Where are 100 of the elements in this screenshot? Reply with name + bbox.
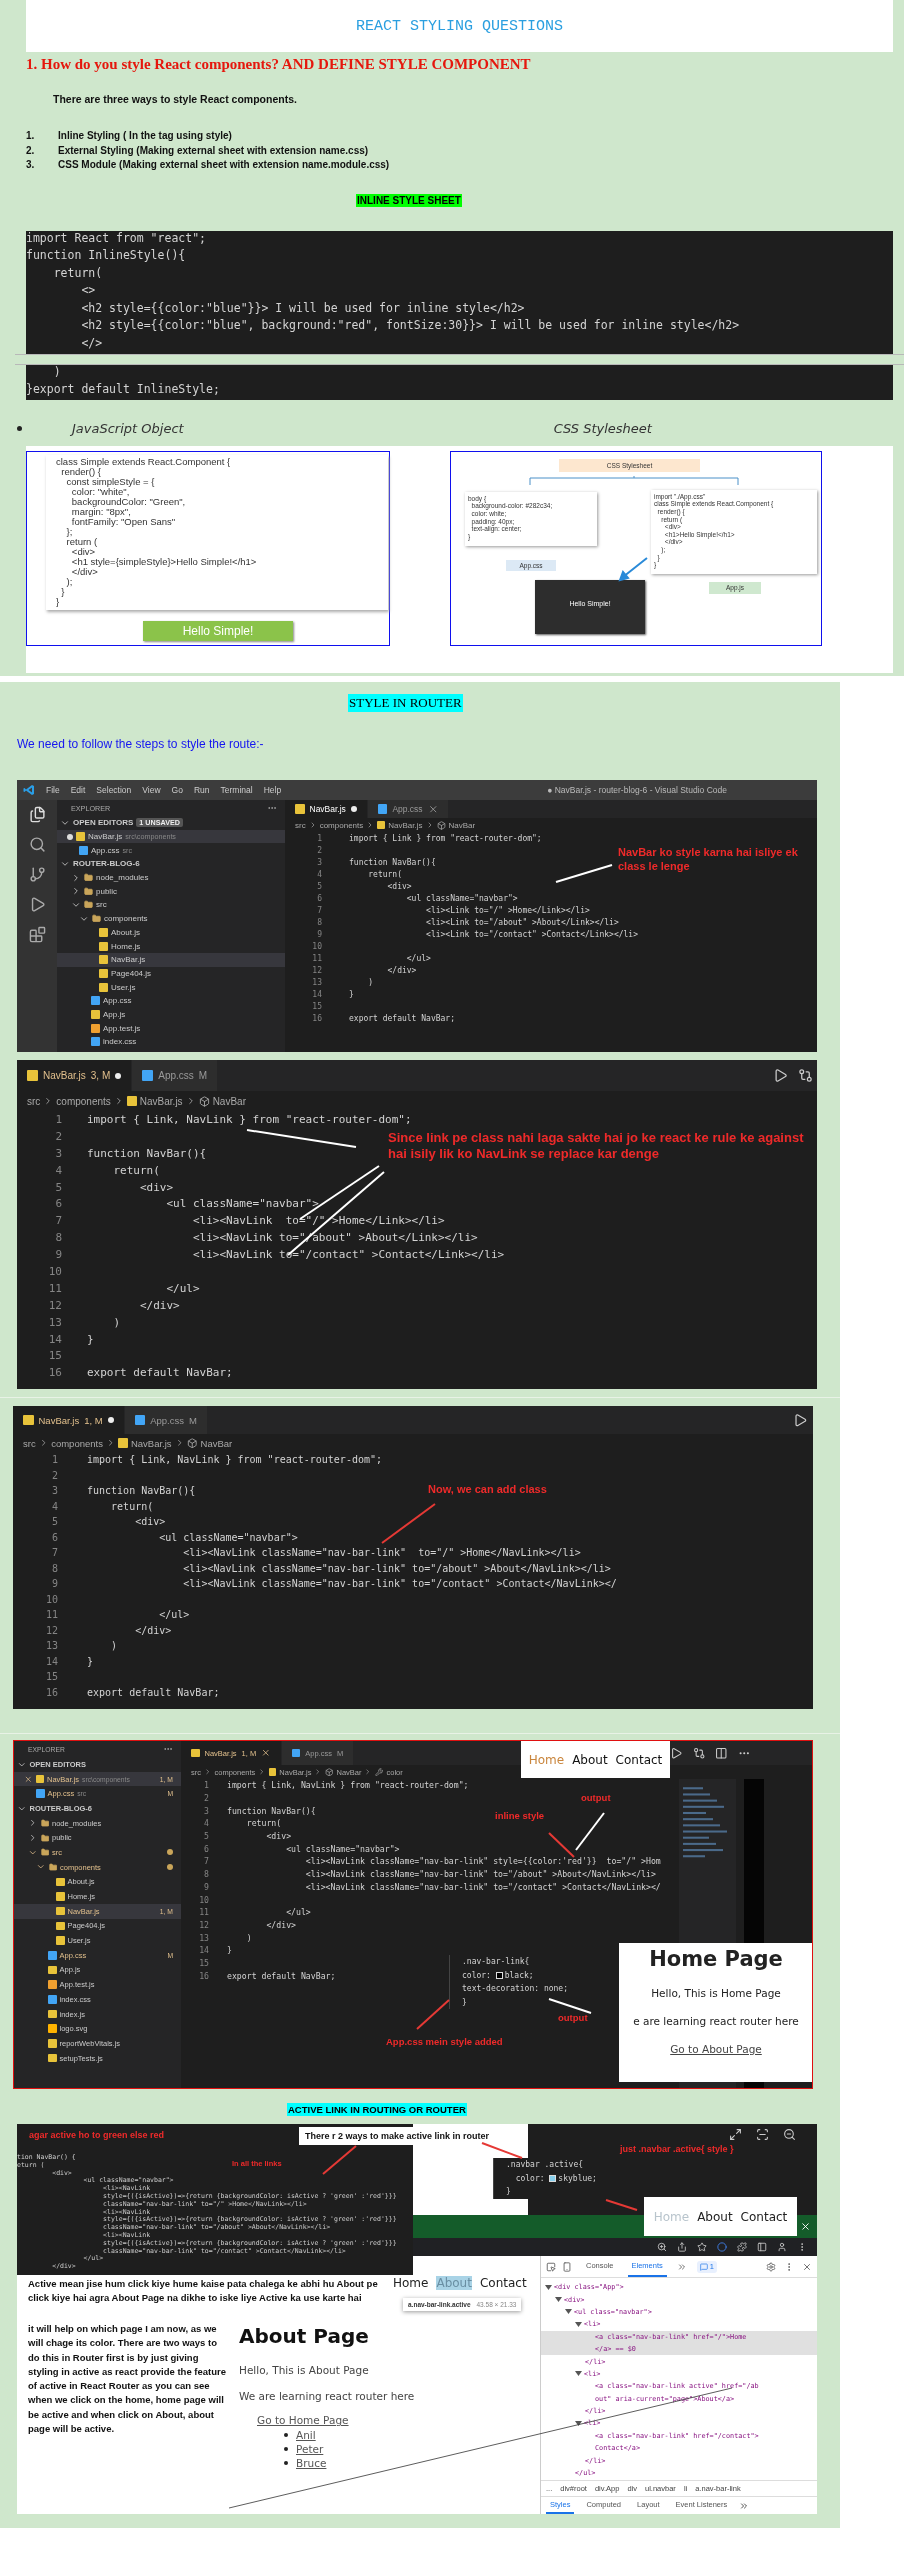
settings-icon[interactable] [766,2261,776,2272]
menu-item[interactable]: Go [171,785,183,795]
line-number: 14 [198,1945,209,1956]
name-link[interactable]: Anil [296,2429,316,2441]
close-icon[interactable] [24,1774,33,1784]
menu-item[interactable]: Selection [96,785,132,795]
section-header[interactable]: ROUTER-BLOG-6 [57,857,285,871]
editor-tab[interactable]: NavBar.js 1, M [13,1406,125,1434]
file-tree-item[interactable]: App.css [57,993,285,1008]
intro-text: We need to follow the steps to style the route:- [17,737,265,752]
nav-link[interactable]: Contact [479,2276,527,2290]
breadcrumb-item[interactable]: components [56,1095,111,1107]
folder-icon [84,886,93,896]
file-tree-item[interactable]: About.js [57,925,285,940]
branch-icon[interactable] [28,866,46,883]
zoom-in-icon[interactable] [657,2242,667,2252]
folder-icon [40,1833,49,1843]
inspect-icon[interactable] [546,2261,556,2272]
compare-icon[interactable] [798,1068,813,1083]
editor-tab[interactable]: App.css [367,800,450,818]
files-icon[interactable] [28,806,46,823]
more-tabs-icon[interactable] [739,2500,750,2511]
name-link[interactable]: Peter [296,2443,324,2455]
file-tree-item[interactable]: App.js [57,1007,285,1022]
code-line: backgroundColor: "Green", [70,496,187,507]
file-tree-item[interactable]: components [57,911,285,926]
breadcrumb-item[interactable]: NavBar [198,1095,246,1107]
code-line: <div> [386,881,412,891]
editor-tab[interactable]: App.css M [124,1406,208,1434]
menu-item[interactable]: Help [263,785,282,795]
breadcrumb-item[interactable]: src [23,1437,36,1449]
file-tree-item[interactable]: node_modules [57,870,285,885]
menu-item[interactable]: Edit [70,785,86,795]
breadcrumb-item[interactable]: NavBar.js [377,820,423,830]
avatar-icon[interactable] [777,2242,787,2252]
screenshot-icon[interactable] [756,2128,769,2141]
zoom-out-icon[interactable] [783,2128,796,2141]
code-line: } [60,586,66,597]
extensions-icon[interactable] [28,926,46,943]
file-tree-item[interactable]: NavBar.js [57,952,285,967]
editor-tab[interactable]: App.css M [132,1060,219,1091]
share-icon[interactable] [677,2242,687,2252]
breadcrumb-item[interactable]: NavBar.js [126,1095,183,1107]
close-icon[interactable] [261,1748,271,1758]
menu-item[interactable]: Run [193,785,210,795]
file-tree-item[interactable]: User.js [57,980,285,994]
line-number: 3 [203,1805,209,1816]
line-number: 2 [54,1129,62,1143]
split-editor-icon[interactable] [715,1746,728,1760]
run-icon[interactable] [773,1068,788,1083]
extension-icon[interactable] [717,2242,727,2252]
breadcrumb-item[interactable]: components [319,820,364,830]
page-link[interactable]: Go to Home Page [257,2414,349,2426]
file-tree-item[interactable]: Home.js [57,939,285,953]
close-icon[interactable] [800,2221,811,2232]
menu-item[interactable]: Terminal [220,785,253,795]
file-tree-item[interactable]: App.test.js [57,1021,285,1035]
page-link[interactable]: Go to About Page [670,2043,762,2055]
close-icon[interactable] [427,803,439,815]
line-number: 1 [203,1780,209,1791]
menu-item[interactable]: File [46,785,60,795]
breadcrumb-item[interactable]: src [27,1095,41,1107]
code-line: </ul> [405,953,431,963]
breadcrumb-item[interactable]: NavBar [436,820,476,830]
code-line: <div> [70,546,96,557]
editor-tab[interactable]: NavBar.js [285,800,368,818]
nav-link[interactable]: Contact [740,2209,788,2224]
nav-link[interactable]: About [697,2209,733,2224]
file-tree-item[interactable]: public [57,884,285,899]
line-number: 1 [50,1454,58,1466]
breadcrumb-item[interactable]: NavBar [187,1437,233,1449]
editor-tab[interactable]: NavBar.js 3, M [17,1060,133,1091]
code-line: }; [65,526,73,537]
file-tree-item[interactable]: Page404.js [57,966,285,981]
sidebar-icon[interactable] [757,2242,767,2252]
run-icon[interactable] [792,1412,807,1428]
bullet-icon [284,2447,288,2451]
puzzle-icon[interactable] [737,2242,747,2252]
file-tree-item[interactable]: index.css [57,1035,285,1049]
nav-link[interactable]: About [572,1752,608,1767]
star-icon[interactable] [697,2242,707,2252]
line-number: 12 [44,1624,58,1636]
name-link[interactable]: Bruce [296,2457,327,2469]
breadcrumb-item[interactable]: src [295,820,306,830]
code-line: return( [367,869,402,879]
expand-icon[interactable] [729,2128,742,2141]
close-icon[interactable] [802,2261,812,2272]
nav-link[interactable]: Home [393,2276,429,2290]
breadcrumb-item[interactable]: NavBar.js [118,1437,172,1449]
menu-item[interactable]: View [142,785,161,795]
nav-link[interactable]: Contact [615,1752,663,1767]
page-text: Hello, This is About Page [239,2364,369,2376]
search-icon[interactable] [28,836,46,853]
breadcrumb-item[interactable]: components [51,1437,103,1449]
git-status-label: 1, M [84,1414,103,1426]
file-tree-item[interactable]: src [57,898,285,912]
run-icon[interactable] [670,1746,683,1760]
compare-icon[interactable] [692,1746,705,1760]
device-icon[interactable] [562,2261,572,2272]
symbol-icon [187,1437,198,1449]
